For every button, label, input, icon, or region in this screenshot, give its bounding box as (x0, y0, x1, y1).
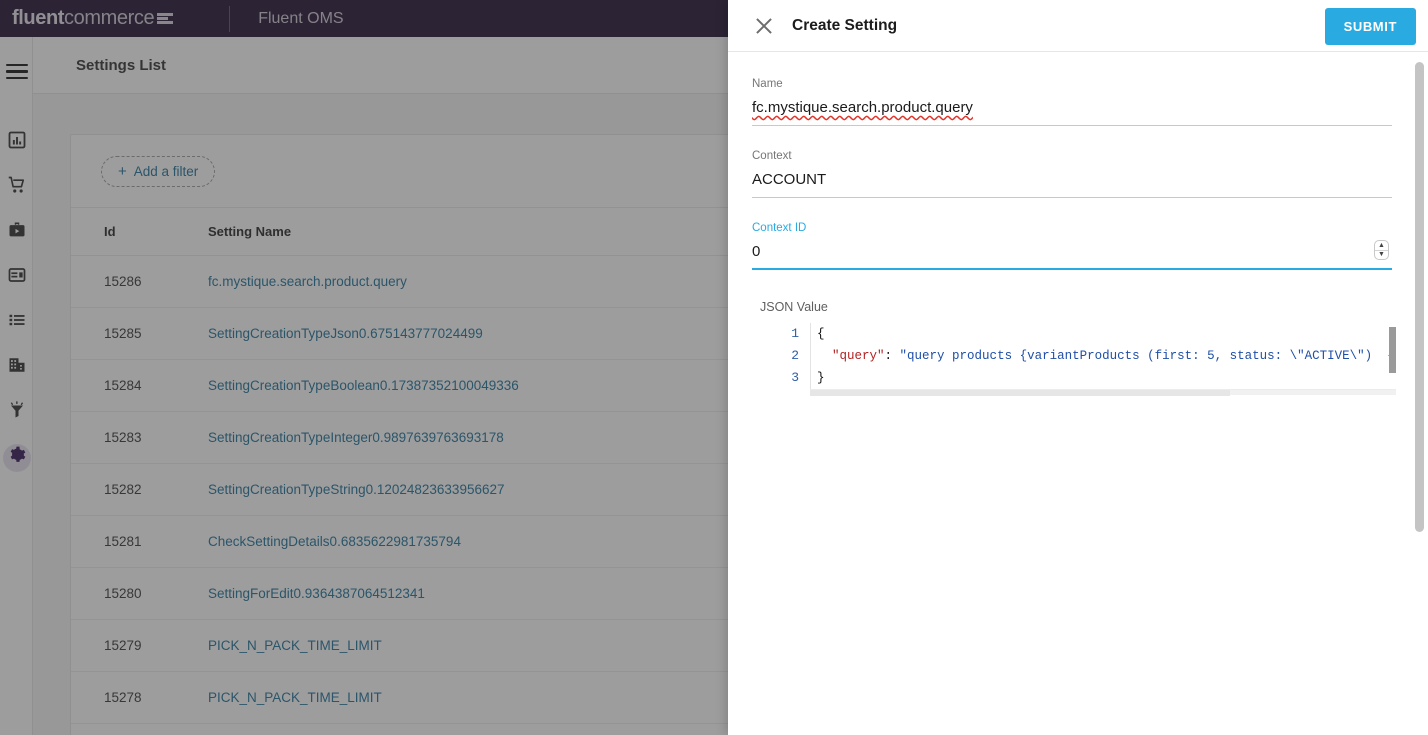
json-key: "query" (832, 349, 885, 363)
name-input[interactable]: fc.mystique.search.product.query (752, 99, 1392, 126)
submit-button[interactable]: SUBMIT (1325, 8, 1416, 45)
panel-title: Create Setting (792, 17, 897, 35)
panel-scrollbar[interactable] (1415, 62, 1424, 532)
editor-code-area[interactable]: { "query": "query products {variantProdu… (810, 323, 1396, 389)
code-line-3: } (811, 367, 1396, 389)
stepper-up-icon[interactable]: ▲ (1375, 241, 1388, 251)
panel-body: Name fc.mystique.search.product.query Co… (728, 52, 1428, 735)
context-id-stepper[interactable]: ▲ ▼ (1374, 240, 1389, 260)
create-setting-panel: Create Setting SUBMIT Name fc.mystique.s… (728, 0, 1428, 735)
app-root: fluentcommerce Fluent OMS (0, 0, 1428, 735)
field-name-label: Name (752, 78, 1392, 90)
context-id-input[interactable]: 0 (752, 243, 1392, 270)
field-context-id: Context ID 0 ▲ ▼ (752, 222, 1392, 270)
line-number: 2 (760, 345, 799, 367)
json-string-value: "query products {variantProducts (first:… (900, 349, 1396, 363)
line-number: 1 (760, 323, 799, 345)
field-name: Name fc.mystique.search.product.query (752, 78, 1392, 126)
field-context: Context ACCOUNT (752, 150, 1392, 198)
json-colon: : (885, 349, 900, 363)
editor-gutter: 1 2 3 (760, 323, 810, 389)
context-input[interactable]: ACCOUNT (752, 171, 1392, 198)
json-editor[interactable]: 1 2 3 { "query": "query products {varian… (760, 323, 1396, 395)
close-icon[interactable] (753, 15, 775, 37)
json-value-label: JSON Value (760, 300, 1392, 314)
editor-vertical-scrollbar[interactable] (1389, 327, 1396, 373)
field-context-id-label: Context ID (752, 222, 1392, 234)
panel-header: Create Setting SUBMIT (728, 0, 1428, 52)
code-line-1: { (811, 323, 1396, 345)
editor-horizontal-scrollbar-track[interactable] (810, 389, 1396, 395)
code-line-2: "query": "query products {variantProduct… (811, 345, 1396, 367)
line-number: 3 (760, 367, 799, 389)
stepper-down-icon[interactable]: ▼ (1375, 251, 1388, 260)
field-context-label: Context (752, 150, 1392, 162)
editor-horizontal-scrollbar-thumb[interactable] (810, 390, 1230, 396)
